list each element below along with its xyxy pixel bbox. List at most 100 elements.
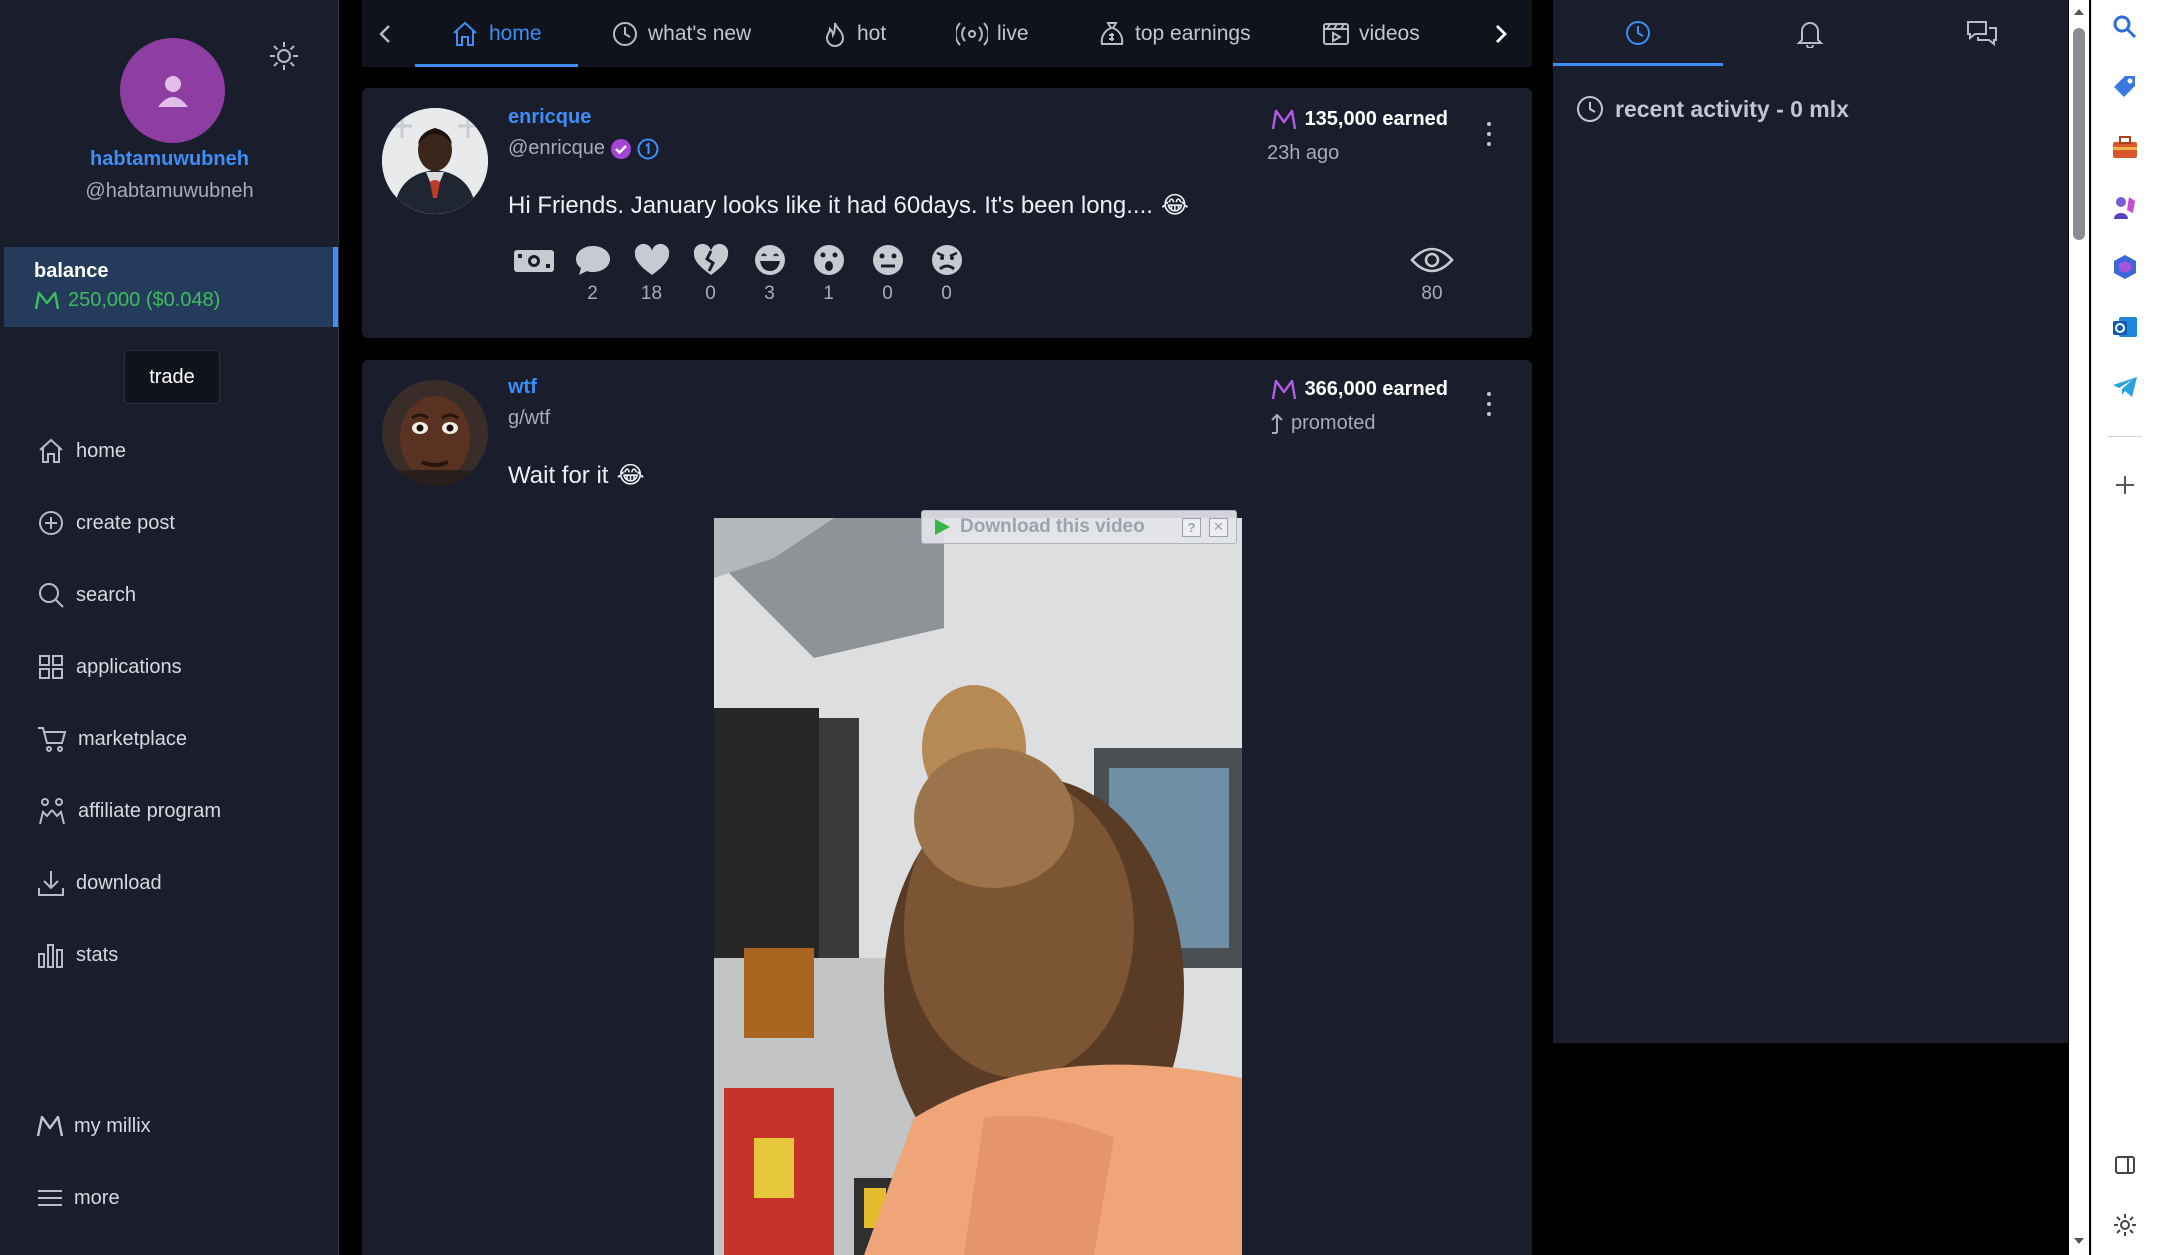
reaction-count: 0	[882, 283, 893, 304]
post-author[interactable]: enricque	[508, 106, 591, 129]
recent-activity-text: recent activity - 0 mlx	[1615, 95, 1849, 122]
video-player[interactable]	[714, 518, 1242, 1255]
people-icon	[39, 798, 65, 825]
tabs-scroll-right-button[interactable]	[1490, 0, 1514, 67]
notifications-tab[interactable]	[1725, 0, 1895, 66]
reaction-count: 2	[587, 283, 598, 304]
tab-live[interactable]: live	[956, 0, 1029, 67]
nav-label: search	[76, 583, 137, 606]
browser-sidebar	[2091, 0, 2157, 1255]
search-icon[interactable]	[2110, 12, 2140, 42]
page-scrollbar[interactable]	[2069, 0, 2089, 1255]
messages-tab[interactable]	[1897, 0, 2067, 66]
plus-circle-icon	[39, 511, 63, 535]
comment-icon	[575, 246, 610, 275]
nav-label: affiliate program	[78, 799, 222, 822]
nav-marketplace[interactable]: marketplace	[36, 724, 187, 754]
games-icon[interactable]	[2110, 192, 2140, 222]
balance-label: balance	[34, 260, 109, 282]
millix-icon	[34, 291, 60, 309]
money-bag-icon	[1100, 21, 1124, 45]
nav-label: stats	[76, 943, 119, 966]
recent-activity-heading: recent activity - 0 mlx	[1575, 94, 1849, 124]
tab-videos[interactable]: videos	[1322, 0, 1420, 67]
download-video-bar[interactable]: Download this video ? ✕	[921, 510, 1237, 544]
tabs-scroll-left-button[interactable]	[376, 0, 400, 67]
author-photo	[382, 108, 488, 214]
nav-label: create post	[76, 511, 175, 534]
surprised-reaction-button[interactable]: 1	[799, 243, 858, 305]
toolbox-icon[interactable]	[2110, 132, 2140, 162]
reaction-count: 18	[640, 283, 663, 304]
scroll-up-arrow-icon[interactable]	[2069, 2, 2089, 22]
nav-my-millix[interactable]: my millix	[36, 1114, 151, 1138]
post-earnings: 135,000 earned	[1271, 108, 1448, 131]
home-icon	[39, 438, 63, 463]
search-icon	[39, 583, 64, 608]
comment-button[interactable]: 2	[563, 243, 622, 305]
nav-create-post[interactable]: create post	[36, 508, 175, 538]
help-icon[interactable]: ?	[1182, 517, 1201, 537]
reaction-count: 0	[705, 283, 716, 304]
flame-icon	[825, 22, 845, 47]
author-avatar[interactable]	[382, 108, 488, 214]
millix-icon	[1271, 379, 1296, 399]
post-author-handle: @enricque	[508, 137, 659, 160]
chevron-right-icon	[1496, 24, 1507, 43]
sidebar-toggle-icon[interactable]	[2110, 1150, 2140, 1180]
nav-stats[interactable]: stats	[36, 940, 118, 970]
reaction-count: 3	[764, 283, 775, 304]
telegram-icon[interactable]	[2110, 372, 2140, 402]
bar-chart-icon	[38, 944, 63, 968]
nav-label: home	[76, 439, 127, 462]
nav-search[interactable]: search	[36, 580, 136, 610]
clock-icon	[1577, 96, 1603, 122]
profile-handle: @habtamuwubneh	[85, 180, 254, 202]
video-icon	[1323, 22, 1349, 45]
theme-toggle-sun-icon[interactable]	[266, 38, 302, 74]
nav-more[interactable]: more	[36, 1186, 120, 1210]
neutral-reaction-button[interactable]: 0	[858, 243, 917, 305]
post-group[interactable]: g/wtf	[508, 407, 550, 430]
tab-hot[interactable]: hot	[822, 0, 886, 67]
copilot-icon[interactable]	[2110, 252, 2140, 282]
outlook-icon[interactable]	[2110, 312, 2140, 342]
nav-download[interactable]: download	[36, 868, 162, 898]
tab-label: top earnings	[1135, 21, 1251, 45]
dislike-button[interactable]: 0	[681, 243, 740, 305]
nav-home[interactable]: home	[36, 436, 126, 466]
tip-button[interactable]	[504, 243, 563, 305]
activity-tab[interactable]	[1553, 0, 1723, 66]
like-button[interactable]: 18	[622, 243, 681, 305]
angry-reaction-button[interactable]: 0	[917, 243, 976, 305]
post-options-button[interactable]	[1484, 118, 1494, 150]
tab-top-earnings[interactable]: top earnings	[1098, 0, 1251, 67]
author-photo	[382, 380, 488, 486]
level-badge-icon	[637, 138, 659, 159]
view-count: 80	[1407, 243, 1457, 305]
post-options-button[interactable]	[1484, 388, 1494, 420]
earned-amount: 366,000 earned	[1304, 378, 1448, 400]
tab-home[interactable]: home	[450, 0, 542, 67]
balance-panel[interactable]: balance 250,000 ($0.048)	[4, 247, 338, 327]
post-author[interactable]: wtf	[508, 376, 537, 399]
nav-applications[interactable]: applications	[36, 652, 182, 682]
scroll-down-arrow-icon[interactable]	[2069, 1231, 2089, 1251]
millix-icon	[1271, 109, 1296, 129]
add-icon[interactable]	[2110, 470, 2140, 500]
scrollbar-thumb[interactable]	[2073, 28, 2085, 240]
nav-affiliate-program[interactable]: affiliate program	[36, 796, 221, 826]
tab-whats-new[interactable]: what's new	[611, 0, 751, 67]
trade-button[interactable]: trade	[124, 350, 220, 404]
close-icon[interactable]: ✕	[1209, 517, 1228, 537]
laugh-reaction-button[interactable]: 3	[740, 243, 799, 305]
shopping-tag-icon[interactable]	[2110, 72, 2140, 102]
nav-label: applications	[76, 655, 182, 678]
laughing-emoji-icon: 😂	[1160, 192, 1189, 219]
profile-username[interactable]: habtamuwubneh	[0, 148, 339, 171]
user-avatar[interactable]	[120, 38, 225, 143]
tab-label: live	[997, 21, 1029, 45]
laugh-icon	[754, 245, 785, 275]
author-avatar[interactable]	[382, 380, 488, 486]
settings-gear-icon[interactable]	[2110, 1210, 2140, 1240]
